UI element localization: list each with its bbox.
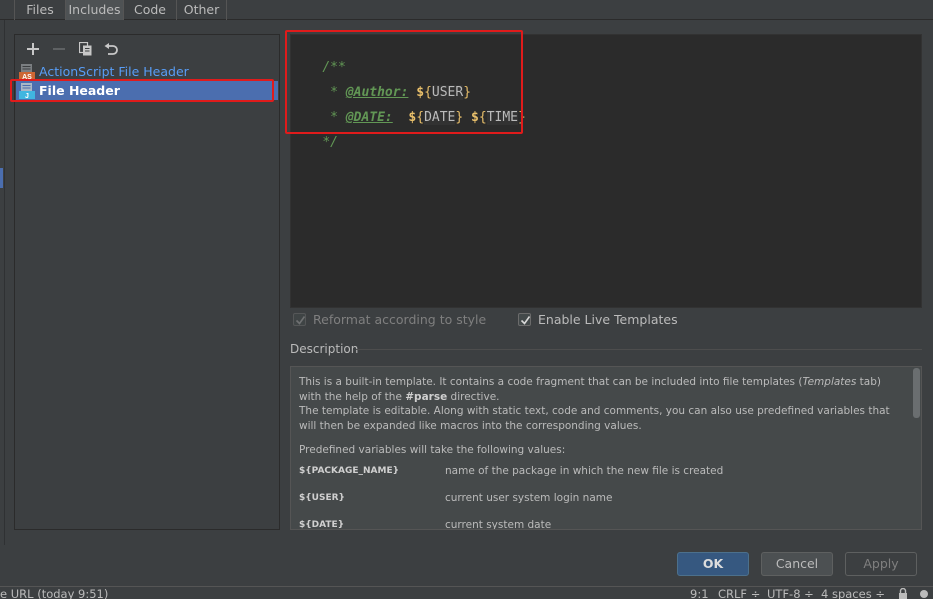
description-paragraph: Predefined variables will take the follo… [299, 444, 566, 456]
live-templates-option: Enable Live Templates [518, 311, 678, 327]
tab-files[interactable]: Files [14, 0, 66, 20]
add-template-button[interactable] [23, 39, 43, 59]
minus-icon [53, 48, 65, 50]
copy-icon [78, 42, 91, 56]
description-title: Description [290, 342, 359, 356]
variable-row: ${USER} current user system login name [299, 491, 903, 518]
tab-other[interactable]: Other [177, 0, 227, 20]
template-code-editor[interactable]: /** * @Author: ${USER} * @DATE: ${DATE} … [290, 34, 922, 308]
svg-text:AS: AS [22, 74, 32, 80]
reformat-option: Reformat according to style [293, 311, 486, 327]
template-tabs: Files Includes Code Other [0, 0, 933, 20]
checkmark-icon [295, 315, 306, 325]
reformat-label: Reformat according to style [313, 311, 487, 327]
code-line: /** [322, 60, 346, 75]
live-templates-checkbox[interactable] [518, 312, 531, 326]
variable-description: current system date [445, 518, 552, 530]
variable-row: ${PACKAGE_NAME} name of the package in w… [299, 464, 903, 491]
description-panel[interactable]: This is a built-in template. It contains… [290, 366, 922, 530]
time-variable: TIME [486, 110, 519, 125]
description-paragraph: This is a built-in template. It contains… [299, 376, 881, 403]
date-tag: @DATE: [345, 110, 393, 125]
description-paragraph: The template is editable. Along with sta… [299, 405, 890, 432]
inspector-icon[interactable] [918, 588, 930, 599]
code-line: * @Author: ${USER} [322, 85, 472, 100]
description-content: This is a built-in template. It contains… [299, 375, 903, 530]
variable-description: name of the package in which the new fil… [445, 464, 724, 477]
code-line: */ [322, 135, 338, 150]
indent-selector[interactable]: 4 spaces ÷ [821, 587, 885, 599]
tab-includes[interactable]: Includes [66, 0, 124, 20]
variable-description: current user system login name [445, 491, 613, 504]
status-bar: e URL (today 9:51) 9:1 CRLF ÷ UTF-8 ÷ 4 … [0, 586, 933, 599]
status-message: e URL (today 9:51) [0, 587, 109, 599]
undo-icon [104, 42, 118, 55]
encoding-selector[interactable]: UTF-8 ÷ [767, 587, 814, 599]
apply-button[interactable]: Apply [845, 552, 917, 576]
variable-row: ${DATE} current system date [299, 518, 903, 530]
variable-name: ${DATE} [299, 519, 345, 530]
caret-position[interactable]: 9:1 [690, 587, 709, 599]
template-label: File Header [39, 83, 120, 98]
list-item-selected[interactable]: J File Header [16, 81, 278, 100]
reformat-checkbox[interactable] [293, 312, 306, 326]
sidebar-edge [0, 20, 5, 545]
line-ending-selector[interactable]: CRLF ÷ [718, 587, 760, 599]
plus-icon [27, 43, 39, 55]
template-list-panel: AS ActionScript File Header J File Heade… [14, 34, 280, 530]
actionscript-file-icon: AS [19, 63, 35, 81]
code-line: * @DATE: ${DATE} ${TIME} [322, 110, 526, 125]
tab-code[interactable]: Code [124, 0, 177, 20]
description-separator [356, 349, 922, 350]
variable-name: ${PACKAGE_NAME} [299, 465, 399, 476]
cancel-button[interactable]: Cancel [761, 552, 833, 576]
edge-marker [0, 168, 3, 188]
lock-icon[interactable] [898, 587, 908, 599]
date-variable: DATE [424, 110, 456, 125]
template-label: ActionScript File Header [39, 64, 189, 79]
reset-template-button[interactable] [101, 39, 121, 59]
list-item[interactable]: AS ActionScript File Header [16, 62, 278, 81]
svg-text:J: J [25, 93, 29, 99]
variable-name: ${USER} [299, 492, 345, 503]
live-templates-label: Enable Live Templates [538, 311, 678, 327]
checkmark-icon [520, 315, 531, 325]
ok-button[interactable]: OK [677, 552, 749, 576]
description-scrollbar[interactable] [913, 368, 920, 418]
copy-template-button[interactable] [75, 39, 95, 59]
remove-template-button[interactable] [49, 39, 69, 59]
java-file-icon: J [19, 82, 35, 100]
